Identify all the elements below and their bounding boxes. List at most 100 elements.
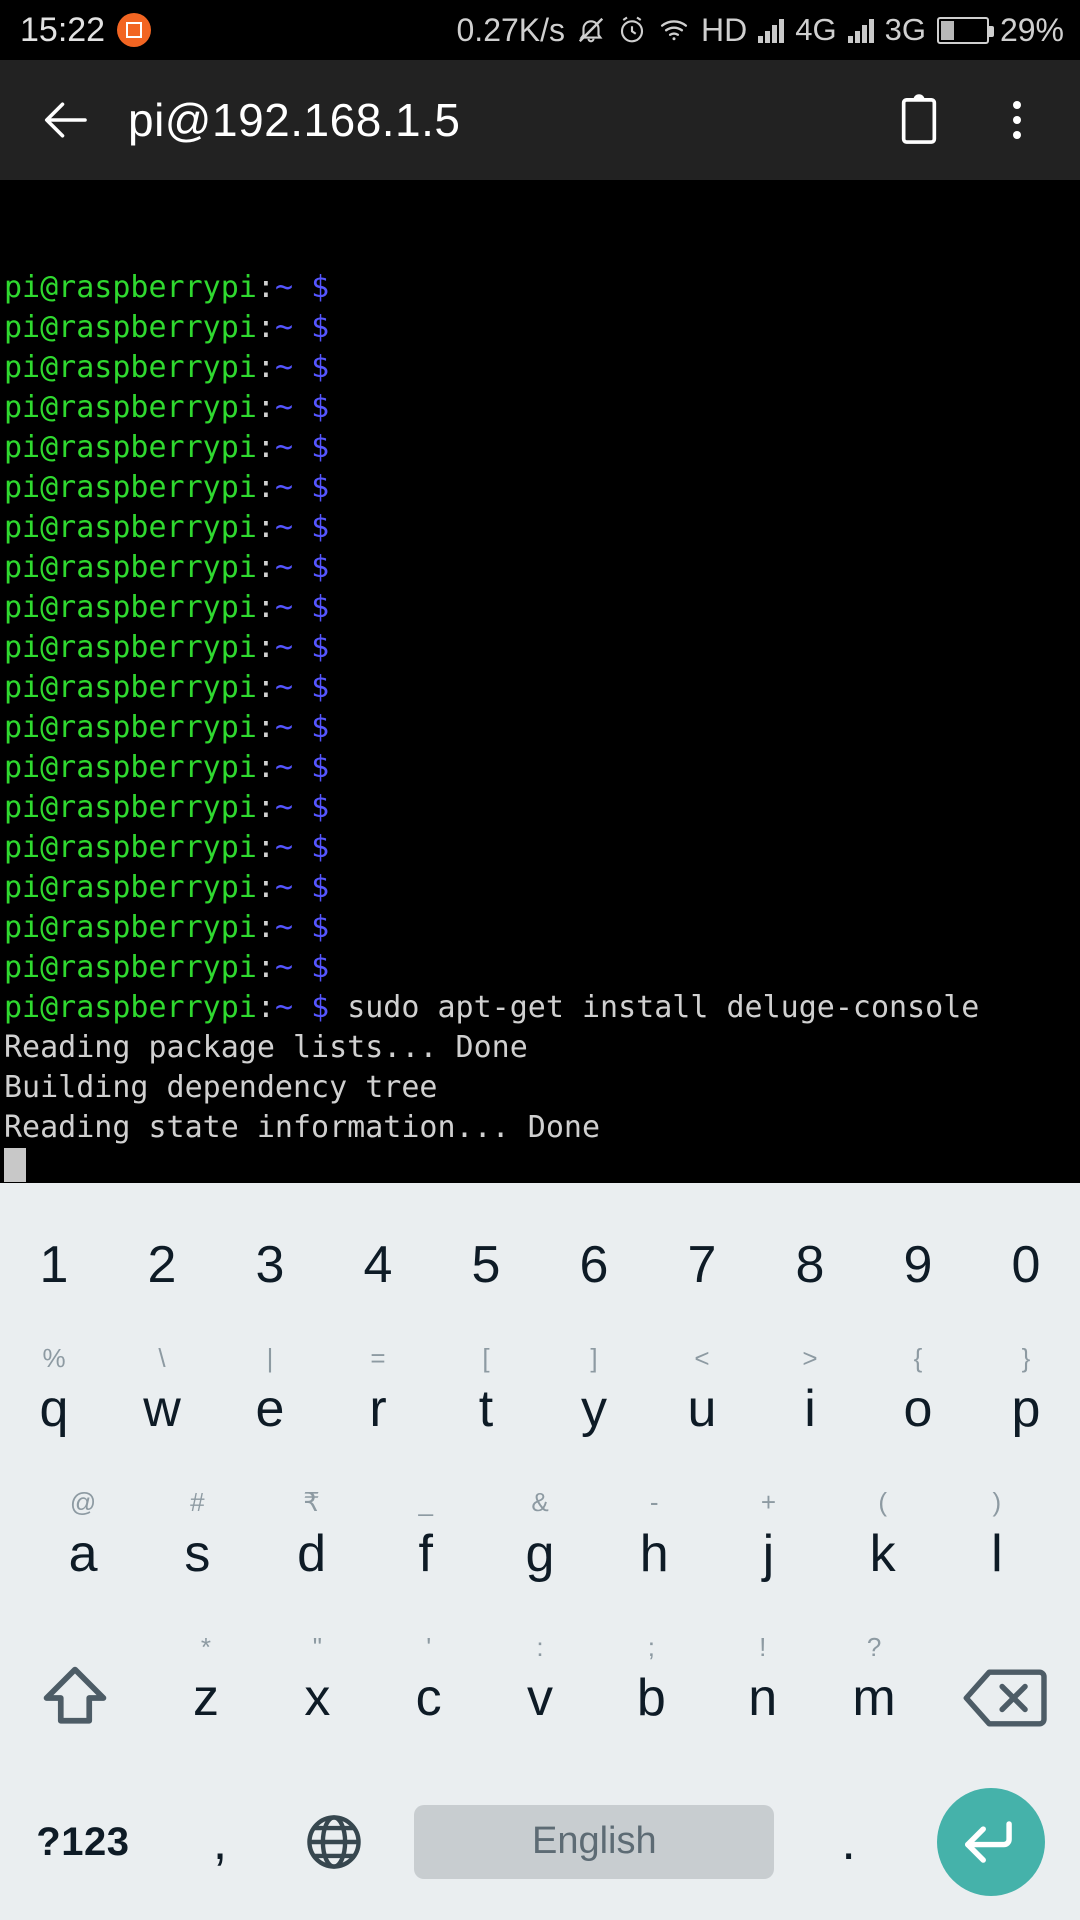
- key-7[interactable]: 7: [648, 1193, 756, 1337]
- key-hint: (: [878, 1487, 887, 1518]
- key-label: 8: [795, 1236, 825, 1295]
- key-p[interactable]: } p: [972, 1337, 1080, 1481]
- clipboard-button[interactable]: [884, 85, 954, 155]
- key-label: k: [869, 1524, 896, 1583]
- key-b[interactable]: ; b: [596, 1626, 707, 1770]
- terminal-prompt-user: pi@raspberrypi: [4, 510, 257, 545]
- hd-label: HD: [701, 11, 748, 48]
- keyboard-row-top: % q \ w | e = r[t] y < u > i{o} p: [0, 1337, 1080, 1481]
- key-t[interactable]: [t: [432, 1337, 540, 1481]
- terminal-prompt-user: pi@raspberrypi: [4, 430, 257, 465]
- key-j[interactable]: + j: [711, 1481, 825, 1625]
- key-label: v: [527, 1668, 554, 1727]
- key-a[interactable]: @ a: [26, 1481, 140, 1625]
- language-switch-key[interactable]: [274, 1811, 394, 1873]
- key-c[interactable]: ' c: [373, 1626, 484, 1770]
- terminal-prompt-symbol: $: [311, 790, 330, 825]
- terminal-prompt-symbol: $: [311, 710, 330, 745]
- key-hint: -: [649, 1487, 659, 1518]
- key-o[interactable]: {o: [864, 1337, 972, 1481]
- backspace-key[interactable]: [930, 1626, 1080, 1770]
- terminal-prompt-path: ~: [274, 710, 293, 745]
- terminal-prompt-line: pi@raspberrypi:~ $: [4, 748, 1080, 788]
- terminal-lines: pi@raspberrypi:~ $ pi@raspberrypi:~ $ pi@r…: [4, 268, 1080, 1183]
- period-key[interactable]: .: [794, 1816, 903, 1868]
- key-6[interactable]: 6: [540, 1193, 648, 1337]
- key-label: c: [415, 1668, 442, 1727]
- symbols-key-label: ?123: [36, 1819, 130, 1864]
- terminal-prompt-colon: :: [256, 830, 275, 865]
- terminal-prompt-symbol: $: [311, 510, 330, 545]
- alarm-clock-icon: [617, 15, 647, 45]
- key-g[interactable]: & g: [483, 1481, 597, 1625]
- terminal-prompt-user: pi@raspberrypi: [4, 590, 257, 625]
- key-1[interactable]: 1: [0, 1193, 108, 1337]
- terminal-prompt-line: pi@raspberrypi:~ $: [4, 428, 1080, 468]
- terminal-prompt-colon: :: [256, 270, 275, 305]
- key-4[interactable]: 4: [324, 1193, 432, 1337]
- app-bar: pi@192.168.1.5: [0, 60, 1080, 180]
- key-d[interactable]: ₹ d: [254, 1481, 368, 1625]
- terminal-output-line: Building dependency tree: [4, 1070, 438, 1105]
- key-q[interactable]: % q: [0, 1337, 108, 1481]
- key-0[interactable]: 0: [972, 1193, 1080, 1337]
- key-s[interactable]: # s: [140, 1481, 254, 1625]
- key-hint: @: [69, 1487, 97, 1518]
- terminal-prompt-line: pi@raspberrypi:~ $: [4, 508, 1080, 548]
- enter-key[interactable]: [903, 1787, 1080, 1896]
- terminal-prompt-path: ~: [274, 910, 293, 945]
- key-m[interactable]: ? m: [818, 1626, 929, 1770]
- back-button[interactable]: [28, 81, 106, 159]
- status-bar-left: 15:22: [0, 11, 152, 50]
- key-r[interactable]: = r: [324, 1337, 432, 1481]
- terminal-prompt-line: pi@raspberrypi:~ $: [4, 548, 1080, 588]
- comma-key-label: ,: [212, 1812, 228, 1871]
- key-x[interactable]: " x: [262, 1626, 373, 1770]
- terminal-prompt-symbol: $: [311, 950, 330, 985]
- terminal-prompt-colon: :: [256, 750, 275, 785]
- key-9[interactable]: 9: [864, 1193, 972, 1337]
- key-3[interactable]: 3: [216, 1193, 324, 1337]
- key-hint: !: [759, 1631, 767, 1662]
- terminal-prompt-line: pi@raspberrypi:~ $: [4, 668, 1080, 708]
- key-w[interactable]: \ w: [108, 1337, 216, 1481]
- comma-key[interactable]: ,: [166, 1816, 275, 1868]
- key-hint: ₹: [303, 1487, 320, 1518]
- status-bar: 15:22 0.27K/s HD 4G 3G 29%: [0, 0, 1080, 60]
- overflow-menu-button[interactable]: [982, 85, 1052, 155]
- key-5[interactable]: 5: [432, 1193, 540, 1337]
- key-label: 5: [471, 1236, 501, 1295]
- key-8[interactable]: 8: [756, 1193, 864, 1337]
- terminal-prompt-line: pi@raspberrypi:~ $: [4, 868, 1080, 908]
- spacebar[interactable]: English: [414, 1804, 775, 1879]
- key-label: w: [143, 1380, 181, 1439]
- terminal-output[interactable]: pi@raspberrypi:~ $ pi@raspberrypi:~ $ pi@r…: [0, 180, 1080, 1183]
- key-2[interactable]: 2: [108, 1193, 216, 1337]
- terminal-prompt-path: ~: [274, 470, 293, 505]
- key-label: 9: [903, 1236, 933, 1295]
- clipboard-icon: [901, 94, 937, 144]
- key-hint: %: [42, 1343, 66, 1374]
- key-k[interactable]: (k: [826, 1481, 940, 1625]
- key-z[interactable]: * z: [150, 1626, 261, 1770]
- key-n[interactable]: ! n: [707, 1626, 818, 1770]
- backspace-delete-icon: [963, 1669, 1047, 1727]
- key-e[interactable]: | e: [216, 1337, 324, 1481]
- shift-key[interactable]: [0, 1626, 150, 1770]
- terminal-prompt-line: pi@raspberrypi:~ $: [4, 908, 1080, 948]
- key-u[interactable]: < u: [648, 1337, 756, 1481]
- terminal-prompt-user: pi@raspberrypi: [4, 470, 257, 505]
- symbols-key[interactable]: ?123: [0, 1822, 166, 1862]
- key-y[interactable]: ] y: [540, 1337, 648, 1481]
- key-i[interactable]: > i: [756, 1337, 864, 1481]
- key-v[interactable]: :v: [484, 1626, 595, 1770]
- enter-key-circle[interactable]: [937, 1787, 1046, 1896]
- key-f[interactable]: _ f: [369, 1481, 483, 1625]
- key-l[interactable]: ) l: [940, 1481, 1054, 1625]
- terminal-prompt-path: ~: [274, 590, 293, 625]
- terminal-prompt-colon: :: [256, 670, 275, 705]
- terminal-prompt-colon: :: [256, 510, 275, 545]
- terminal-prompt-colon: :: [256, 550, 275, 585]
- space-key[interactable]: English: [394, 1804, 794, 1879]
- key-h[interactable]: -h: [597, 1481, 711, 1625]
